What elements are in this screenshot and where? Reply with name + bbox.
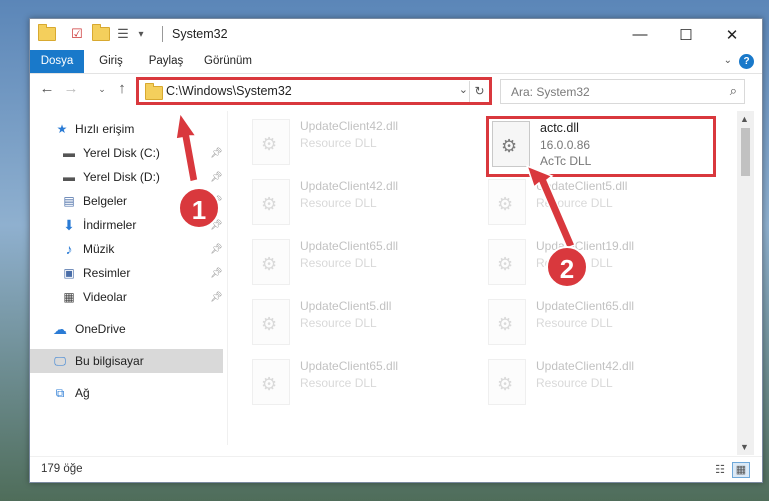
arrow-2: [525, 164, 577, 249]
arrow-1: [175, 111, 199, 183]
step-2-badge: 2: [546, 246, 588, 288]
callout-arrows: [175, 111, 577, 249]
step-1-badge: 1: [178, 187, 220, 229]
